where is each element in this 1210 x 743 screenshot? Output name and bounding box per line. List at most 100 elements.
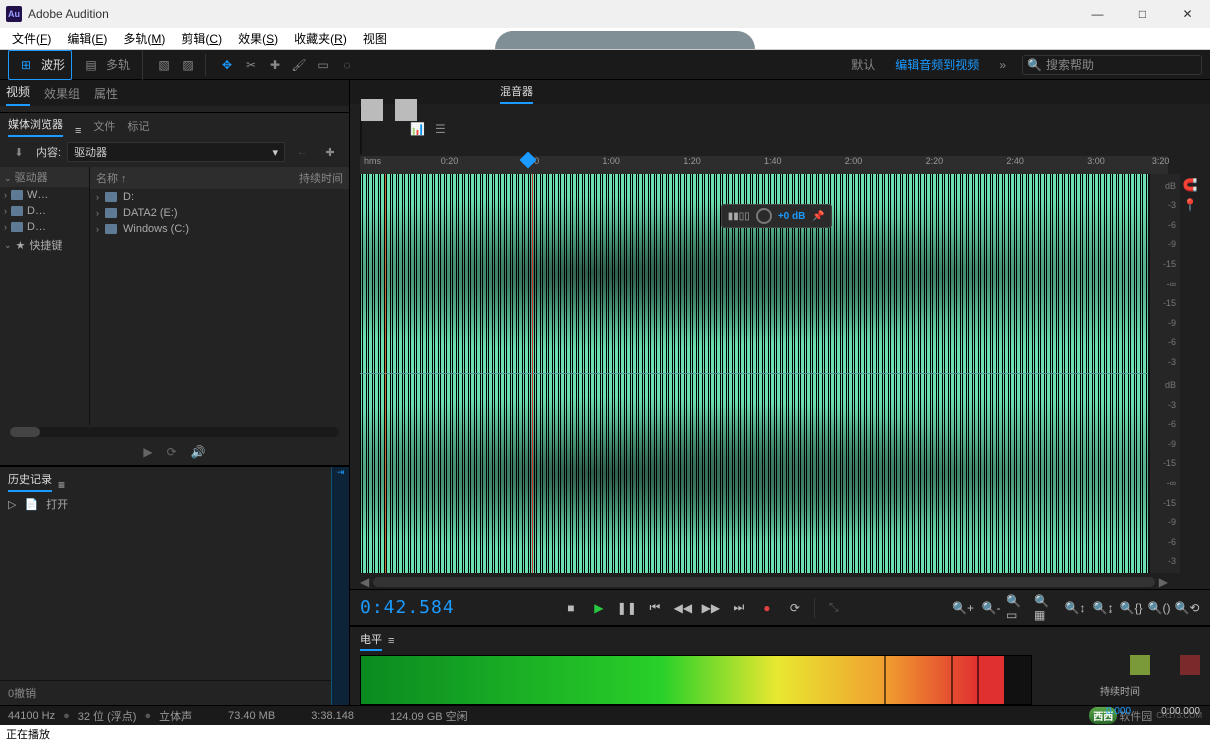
lasso-tool[interactable]: ◌	[336, 54, 358, 76]
zoom-in-amp-button[interactable]: 🔍↕	[1062, 595, 1088, 621]
menu-file[interactable]: 文件(F)	[4, 28, 59, 49]
zoom-out-point-button[interactable]: 🔍()	[1146, 595, 1172, 621]
go-start-button[interactable]: ⏮	[642, 595, 668, 621]
spectral-pitch-button[interactable]: ▨	[177, 54, 199, 76]
in-point-icon[interactable]	[1130, 655, 1150, 675]
zoom-out-amp-button[interactable]: 🔍↨	[1090, 595, 1116, 621]
media-preview-transport: ▶ ⟳ 🔊	[0, 439, 349, 465]
tree-item-shortcuts[interactable]: ⌄★快捷键	[0, 235, 89, 255]
timeline-ruler[interactable]: hms 0:20 0:40 1:00 1:20 1:40 2:00 2:20 2…	[360, 156, 1168, 174]
panel-menu-icon[interactable]: ≡	[75, 125, 81, 137]
zoom-in-button[interactable]: 🔍+	[950, 595, 976, 621]
marquee-tool[interactable]: ▭	[312, 54, 334, 76]
editor-option-icon[interactable]: 🧲	[1183, 178, 1198, 192]
drive-select[interactable]: 驱动器 ▾	[67, 142, 285, 162]
zoom-reset-button[interactable]: 🔍⟲	[1174, 595, 1200, 621]
waveform-hscroll[interactable]: ◀ ▶	[360, 575, 1168, 589]
zoom-out-button[interactable]: 🔍-	[978, 595, 1004, 621]
selection-duration[interactable]: 0:00.000	[1161, 706, 1200, 717]
pin-icon[interactable]: 📌	[811, 209, 825, 223]
menu-edit[interactable]: 编辑(E)	[59, 28, 115, 49]
menu-clip[interactable]: 剪辑(C)	[173, 28, 230, 49]
forward-button[interactable]: ▶▶	[698, 595, 724, 621]
menu-view[interactable]: 视图	[355, 28, 395, 49]
workspace-edit-av[interactable]: 编辑音频到视频	[891, 54, 983, 75]
maximize-button[interactable]: □	[1120, 0, 1165, 28]
skip-selection-button[interactable]: ⤡	[821, 595, 847, 621]
tab-markers[interactable]: 标记	[127, 118, 149, 137]
record-button[interactable]: ●	[754, 595, 780, 621]
workspace-more[interactable]: »	[995, 56, 1010, 74]
tab-effects-rack[interactable]: 效果组	[44, 85, 80, 106]
col-name[interactable]: 名称 ↑	[90, 167, 293, 189]
razor-tool[interactable]: ✂	[240, 54, 262, 76]
tree-item[interactable]: ›W…	[0, 187, 89, 203]
col-duration[interactable]: 持续时间	[293, 167, 349, 189]
tree-item[interactable]: ›D…	[0, 203, 89, 219]
multitrack-mode-button[interactable]: ▤ 多轨	[74, 51, 136, 79]
zoom-in-point-button[interactable]: 🔍{}	[1118, 595, 1144, 621]
tab-video[interactable]: 视频	[6, 83, 30, 106]
media-scroll[interactable]	[10, 427, 339, 437]
history-item-open[interactable]: ▷ 📄 打开	[0, 492, 331, 516]
minimize-button[interactable]: —	[1075, 0, 1120, 28]
menu-favorites[interactable]: 收藏夹(R)	[286, 28, 355, 49]
list-item[interactable]: ›DATA2 (E:)	[90, 205, 349, 221]
tab-history[interactable]: 历史记录	[8, 471, 52, 492]
heal-tool[interactable]: ✚	[264, 54, 286, 76]
panel-dropzone[interactable]: ⇥	[331, 467, 349, 705]
tree-header[interactable]: ⌄ 驱动器	[0, 167, 89, 187]
tab-media-browser[interactable]: 媒体浏览器	[8, 116, 63, 137]
list-item[interactable]: ›D:	[90, 189, 349, 205]
move-tool[interactable]: ✥	[216, 54, 238, 76]
back-button[interactable]: ←	[291, 141, 313, 163]
loop-button[interactable]: ⟳	[782, 595, 808, 621]
scroll-left-icon[interactable]: ◀	[360, 575, 369, 589]
out-point-icon[interactable]	[1180, 655, 1200, 675]
import-icon[interactable]: ⬇	[8, 141, 30, 163]
volume-knob[interactable]	[756, 208, 772, 224]
tab-levels[interactable]: 电平	[360, 631, 382, 651]
pause-button[interactable]: ❚❚	[614, 595, 640, 621]
tab-properties[interactable]: 属性	[94, 85, 118, 106]
brush-tool[interactable]: 🖌	[288, 54, 310, 76]
stop-button[interactable]: ■	[558, 595, 584, 621]
volume-hud[interactable]: ▮▮▯▯ +0 dB 📌	[721, 204, 833, 228]
rewind-button[interactable]: ◀◀	[670, 595, 696, 621]
tree-item[interactable]: ›D…	[0, 219, 89, 235]
list-view-icon[interactable]: ☰	[435, 122, 446, 136]
timecode-display[interactable]: 0:42.584	[360, 597, 455, 618]
workspace-default[interactable]: 默认	[847, 54, 879, 75]
zoom-selection-button[interactable]: 🔍▦	[1034, 595, 1060, 621]
tab-mixer[interactable]: 混音器	[500, 83, 533, 104]
duration-label: 持续时间	[1100, 683, 1140, 698]
preview-play-button[interactable]: ▶	[143, 445, 152, 459]
tick: 2:20	[926, 156, 944, 166]
meter-view-icon[interactable]: 📊	[410, 122, 425, 136]
waveform-overview[interactable]	[360, 106, 362, 154]
scroll-right-icon[interactable]: ▶	[1159, 575, 1168, 589]
list-item[interactable]: ›Windows (C:)	[90, 221, 349, 237]
go-end-button[interactable]: ⏭	[726, 595, 752, 621]
editor-panel-tabs: 混音器	[350, 80, 1210, 104]
waveform-mode-button[interactable]: ⊞ 波形	[8, 50, 72, 80]
close-button[interactable]: ✕	[1165, 0, 1210, 28]
spectral-freq-button[interactable]: ▧	[153, 54, 175, 76]
waveform-editor[interactable]: ▮▮▯▯ +0 dB 📌 dB -3 -6 -9 -15 -∞ -15 -9 -…	[360, 174, 1200, 573]
waveform-right-channel[interactable]	[360, 374, 1148, 574]
selection-start[interactable]: 0.000	[1106, 706, 1131, 717]
editor-marker-icon[interactable]: 📍	[1183, 198, 1198, 212]
play-button[interactable]: ▶	[586, 595, 612, 621]
panel-menu-icon[interactable]: ≡	[388, 635, 394, 647]
panel-menu-icon[interactable]: ≡	[58, 478, 65, 492]
help-search[interactable]: 🔍 搜索帮助	[1022, 55, 1202, 75]
playhead-line[interactable]	[532, 174, 533, 573]
preview-autoplay-button[interactable]: 🔊	[191, 445, 206, 459]
overview-selection-handles[interactable]	[361, 99, 441, 115]
menu-multitrack[interactable]: 多轨(M)	[115, 28, 173, 49]
tab-files[interactable]: 文件	[93, 118, 115, 137]
new-button[interactable]: ✚	[319, 141, 341, 163]
menu-effects[interactable]: 效果(S)	[230, 28, 286, 49]
zoom-full-button[interactable]: 🔍▭	[1006, 595, 1032, 621]
preview-loop-button[interactable]: ⟳	[167, 445, 177, 459]
